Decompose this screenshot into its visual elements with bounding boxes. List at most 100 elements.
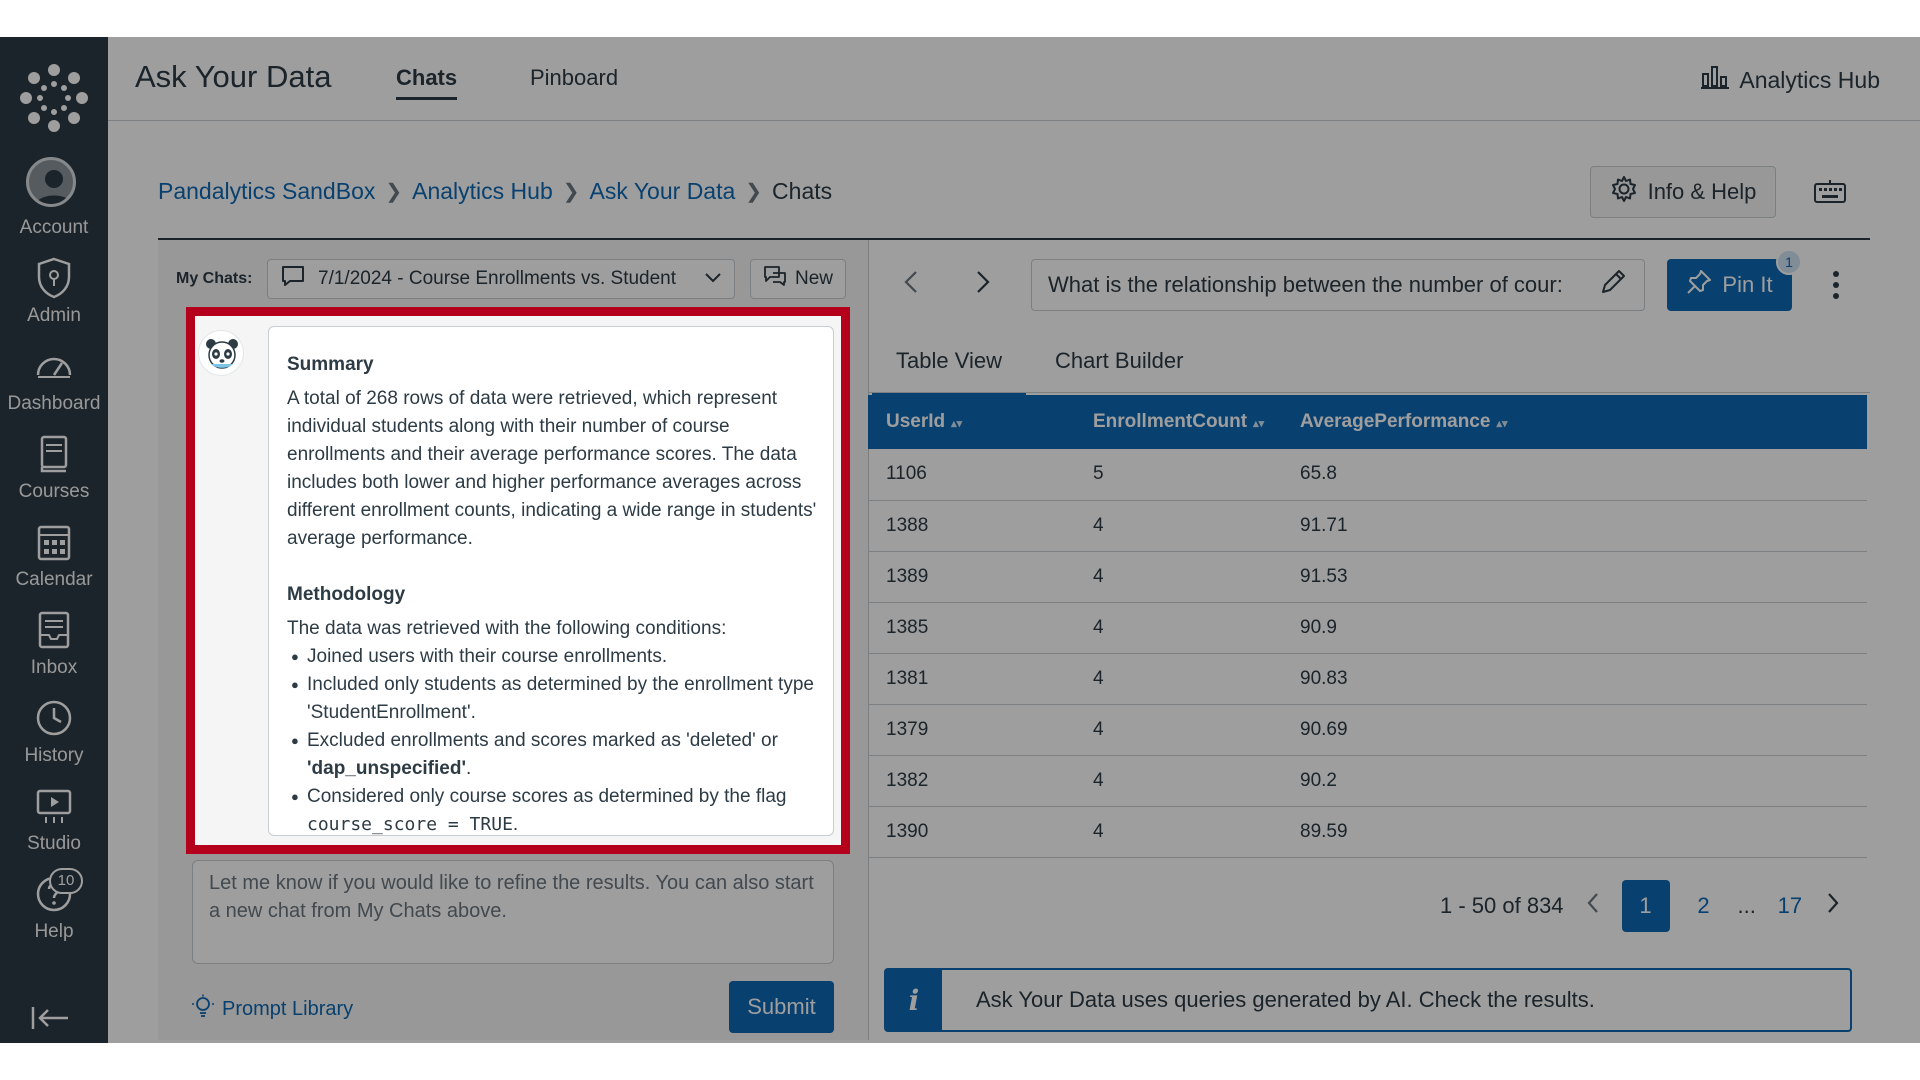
nav-label-calendar: Calendar: [15, 569, 93, 590]
table-cell: 1106: [868, 449, 1075, 501]
column-header-label: UserId: [886, 411, 946, 432]
methodology-item: Joined users with their course enrollmen…: [287, 643, 817, 671]
previous-page-icon[interactable]: [1584, 891, 1602, 921]
dashboard-icon: [31, 343, 77, 389]
collapse-nav-icon[interactable]: [30, 1003, 72, 1033]
pin-it-button[interactable]: Pin It: [1667, 259, 1792, 311]
canvas-logo[interactable]: [18, 62, 90, 134]
methodology-item-end: .: [465, 758, 472, 779]
breadcrumb: Pandalytics SandBox ❯ Analytics Hub ❯ As…: [158, 178, 832, 205]
nav-label-studio: Studio: [27, 833, 81, 854]
tab-chats[interactable]: Chats: [396, 65, 458, 100]
methodology-intro: The data was retrieved with the followin…: [287, 618, 727, 639]
pencil-icon[interactable]: [1598, 267, 1628, 303]
app-title: Ask Your Data: [135, 59, 332, 94]
next-question-button[interactable]: [968, 268, 996, 296]
info-icon: i: [886, 970, 942, 1030]
prompt-library-link[interactable]: Prompt Library: [192, 994, 353, 1024]
table-cell: 1390: [868, 806, 1075, 858]
ai-notice-banner: i Ask Your Data uses queries generated b…: [884, 968, 1852, 1032]
table-cell: 1381: [868, 653, 1075, 705]
methodology-item-text: Considered only course scores as determi…: [307, 786, 787, 807]
chat-select-dropdown[interactable]: 7/1/2024 - Course Enrollments vs. Studen…: [267, 259, 735, 299]
table-row: 1379 4 90.69: [868, 704, 1867, 756]
tab-pinboard[interactable]: Pinboard: [530, 65, 618, 91]
methodology-item-emphasis: 'dap_unspecified': [307, 758, 466, 779]
lightbulb-icon: [192, 994, 214, 1024]
app-header: Ask Your Data Chats Pinboard Analytics H…: [108, 37, 1920, 121]
table-cell: 4: [1075, 806, 1282, 858]
nav-item-account[interactable]: Account: [0, 157, 108, 243]
keyboard-shortcuts-icon[interactable]: [1812, 176, 1848, 208]
page-button-17[interactable]: 17: [1776, 893, 1804, 919]
analytics-hub-link[interactable]: Analytics Hub: [1701, 64, 1880, 96]
page-button-1[interactable]: 1: [1621, 880, 1670, 932]
shield-icon: [31, 255, 77, 301]
methodology-list: Joined users with their course enrollmen…: [287, 643, 817, 835]
table-cell: 4: [1075, 602, 1282, 654]
question-text: What is the relationship between the num…: [1048, 272, 1563, 297]
nav-item-inbox[interactable]: Inbox: [0, 607, 108, 689]
methodology-item: Included only students as determined by …: [287, 671, 817, 727]
info-help-button[interactable]: Info & Help: [1590, 166, 1776, 218]
breadcrumb-link-analytics-hub[interactable]: Analytics Hub: [412, 178, 553, 205]
column-header-enrollmentcount[interactable]: EnrollmentCount ▴▾: [1075, 395, 1282, 449]
book-icon: [31, 431, 77, 477]
app-viewport: Account Admin Dashboard Courses Calendar: [0, 0, 1920, 1080]
table-cell: 90.9: [1282, 602, 1867, 654]
nav-label-help: Help: [34, 921, 74, 942]
pin-count-badge: 1: [1776, 249, 1802, 275]
table-row: 1388 4 91.71: [868, 500, 1867, 552]
panda-bot-avatar: [198, 330, 244, 376]
calendar-icon: [31, 519, 77, 565]
breadcrumb-link-ask-your-data[interactable]: Ask Your Data: [590, 178, 736, 205]
table-row: 1385 4 90.9: [868, 602, 1867, 654]
results-table: UserId ▴▾ EnrollmentCount ▴▾ AveragePerfor…: [868, 395, 1867, 858]
bar-chart-icon: [1701, 64, 1730, 96]
previous-question-button[interactable]: [898, 268, 926, 296]
tab-table-view[interactable]: Table View: [872, 348, 1026, 396]
column-header-userid[interactable]: UserId ▴▾: [868, 395, 1075, 449]
next-page-icon[interactable]: [1824, 891, 1842, 921]
table-cell: 90.83: [1282, 653, 1867, 705]
table-header-row: UserId ▴▾ EnrollmentCount ▴▾ AveragePerfor…: [868, 395, 1867, 449]
nav-item-calendar[interactable]: Calendar: [0, 519, 108, 601]
chevron-down-icon: [704, 268, 722, 290]
nav-item-studio[interactable]: Studio: [0, 783, 108, 865]
table-row: 1390 4 89.59: [868, 806, 1867, 858]
submit-button[interactable]: Submit: [729, 981, 834, 1033]
pagination-range: 1 - 50 of 834: [1440, 893, 1564, 918]
new-chat-label: New: [794, 268, 833, 289]
table-cell: 1389: [868, 551, 1075, 603]
more-options-icon[interactable]: [1822, 268, 1850, 302]
chevron-right-icon: ❯: [562, 181, 580, 203]
column-header-label: AveragePerformance: [1300, 411, 1491, 432]
summary-text: A total of 268 rows of data were retriev…: [287, 388, 817, 549]
chevron-right-icon: ❯: [385, 181, 403, 203]
analytics-hub-label: Analytics Hub: [1739, 66, 1880, 93]
global-nav: Account Admin Dashboard Courses Calendar: [0, 37, 108, 1043]
nav-item-admin[interactable]: Admin: [0, 255, 108, 337]
studio-icon: [31, 783, 77, 829]
tab-chart-builder[interactable]: Chart Builder: [1055, 348, 1183, 374]
table-cell: 1382: [868, 755, 1075, 807]
nav-item-dashboard[interactable]: Dashboard: [0, 343, 108, 425]
inbox-icon: [31, 607, 77, 653]
prompt-library-label: Prompt Library: [222, 997, 354, 1020]
nav-item-courses[interactable]: Courses: [0, 431, 108, 513]
column-header-averageperformance[interactable]: AveragePerformance ▴▾: [1282, 395, 1867, 449]
breadcrumb-current: Chats: [772, 178, 833, 204]
new-chat-button[interactable]: New: [750, 259, 846, 299]
question-field[interactable]: What is the relationship between the num…: [1031, 259, 1645, 311]
tabs-divider: [868, 392, 1870, 393]
nav-label-account: Account: [19, 217, 89, 238]
table-row: 1106 5 65.8: [868, 449, 1867, 501]
column-header-label: EnrollmentCount: [1093, 411, 1248, 432]
nav-item-history[interactable]: History: [0, 695, 108, 777]
page-button-2[interactable]: 2: [1690, 893, 1718, 919]
breadcrumb-link-sandbox[interactable]: Pandalytics SandBox: [158, 178, 375, 205]
pagination: 1 - 50 of 834 1 2 ... 17: [1440, 880, 1842, 932]
table-cell: 89.59: [1282, 806, 1867, 858]
table-cell: 4: [1075, 551, 1282, 603]
table-cell: 90.69: [1282, 704, 1867, 756]
